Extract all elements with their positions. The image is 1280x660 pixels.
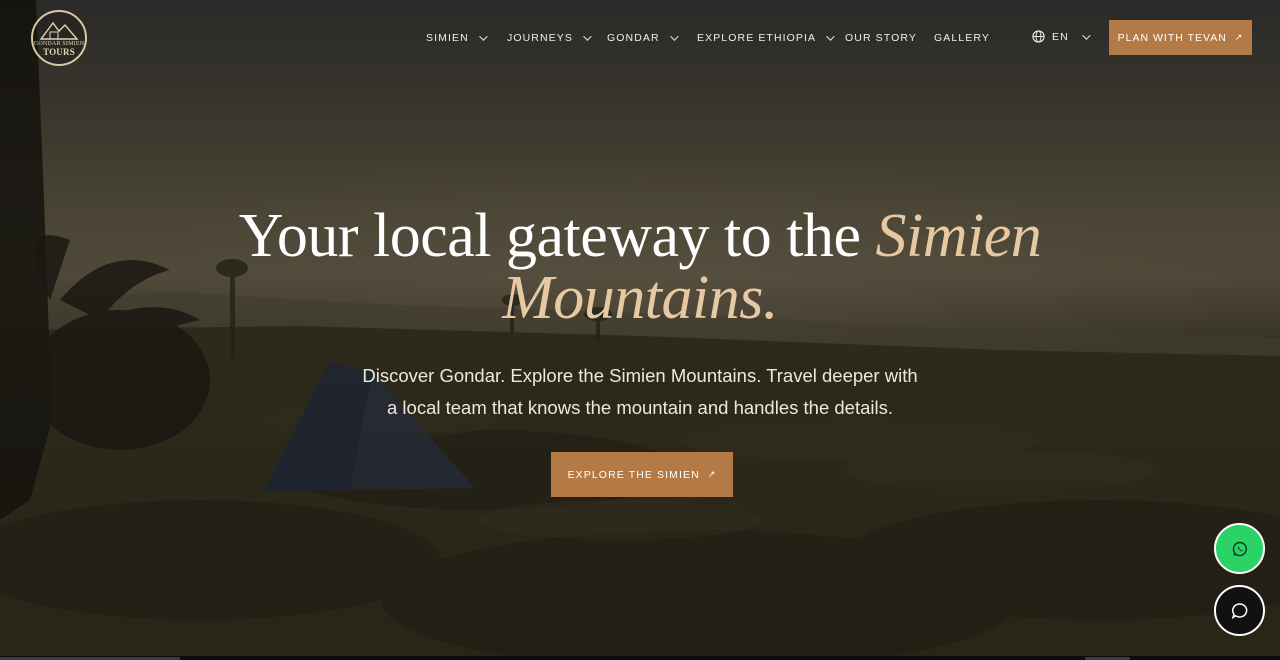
hero-subtitle: Discover Gondar. Explore the Simien Moun…: [340, 360, 940, 424]
nav-item-journeys[interactable]: JOURNEYS: [507, 31, 592, 45]
hero-subtitle-line-1: Discover Gondar. Explore the Simien Moun…: [362, 365, 918, 386]
chat-bubble-icon: [1231, 602, 1247, 619]
chevron-down-icon: [669, 32, 679, 41]
nav-item-gondar[interactable]: GONDAR: [607, 31, 679, 45]
chat-button[interactable]: [1214, 585, 1265, 636]
explore-the-simien-button[interactable]: EXPLORE THE SIMIEN ↗: [551, 452, 733, 497]
mountain-icon: [39, 21, 79, 40]
arrow-up-right-icon: ↗: [1234, 32, 1244, 42]
language-label: EN: [1052, 30, 1069, 43]
whatsapp-button[interactable]: [1214, 523, 1265, 574]
hero-title-accent-1: Simien: [875, 202, 1042, 270]
globe-icon: [1032, 30, 1045, 43]
nav-label: OUR STORY: [845, 32, 917, 44]
site-header: GONDAR SIMIEN TOURS SIMIEN JOURNEYS GOND…: [0, 0, 1280, 76]
hero-title: Your local gateway to the Simien Mountai…: [0, 205, 1280, 329]
bottom-scroll-track: [0, 656, 1280, 660]
nav-item-our-story[interactable]: OUR STORY: [845, 31, 917, 45]
brand-logo[interactable]: GONDAR SIMIEN TOURS: [31, 10, 87, 66]
chevron-down-icon: [478, 32, 488, 41]
plan-with-tevan-button[interactable]: PLAN WITH TEVAN ↗: [1109, 20, 1252, 55]
hero-title-accent-2: Mountains.: [502, 264, 778, 332]
chevron-down-icon: [583, 32, 592, 41]
nav-label: JOURNEYS: [507, 32, 573, 44]
nav-item-simien[interactable]: SIMIEN: [426, 31, 488, 45]
nav-label: EXPLORE ETHIOPIA: [697, 32, 817, 44]
nav-item-gallery[interactable]: GALLERY: [934, 31, 990, 45]
language-selector[interactable]: EN: [1032, 30, 1091, 43]
hero-subtitle-line-2: a local team that knows the mountain and…: [387, 397, 893, 418]
chevron-down-icon: [1081, 30, 1091, 40]
arrow-up-right-icon: ↗: [707, 469, 717, 479]
nav-label: GONDAR: [607, 32, 660, 44]
plan-button-label: PLAN WITH TEVAN: [1117, 31, 1227, 44]
whatsapp-icon: [1232, 541, 1247, 556]
nav-item-explore-ethiopia[interactable]: EXPLORE ETHIOPIA: [697, 31, 835, 45]
nav-label: SIMIEN: [426, 32, 469, 44]
nav-label: GALLERY: [934, 32, 990, 44]
logo-line-2: TOURS: [43, 47, 75, 57]
hero-title-main: Your local gateway to the: [238, 202, 876, 270]
cta-label: EXPLORE THE SIMIEN: [567, 468, 700, 481]
chevron-down-icon: [826, 32, 835, 41]
